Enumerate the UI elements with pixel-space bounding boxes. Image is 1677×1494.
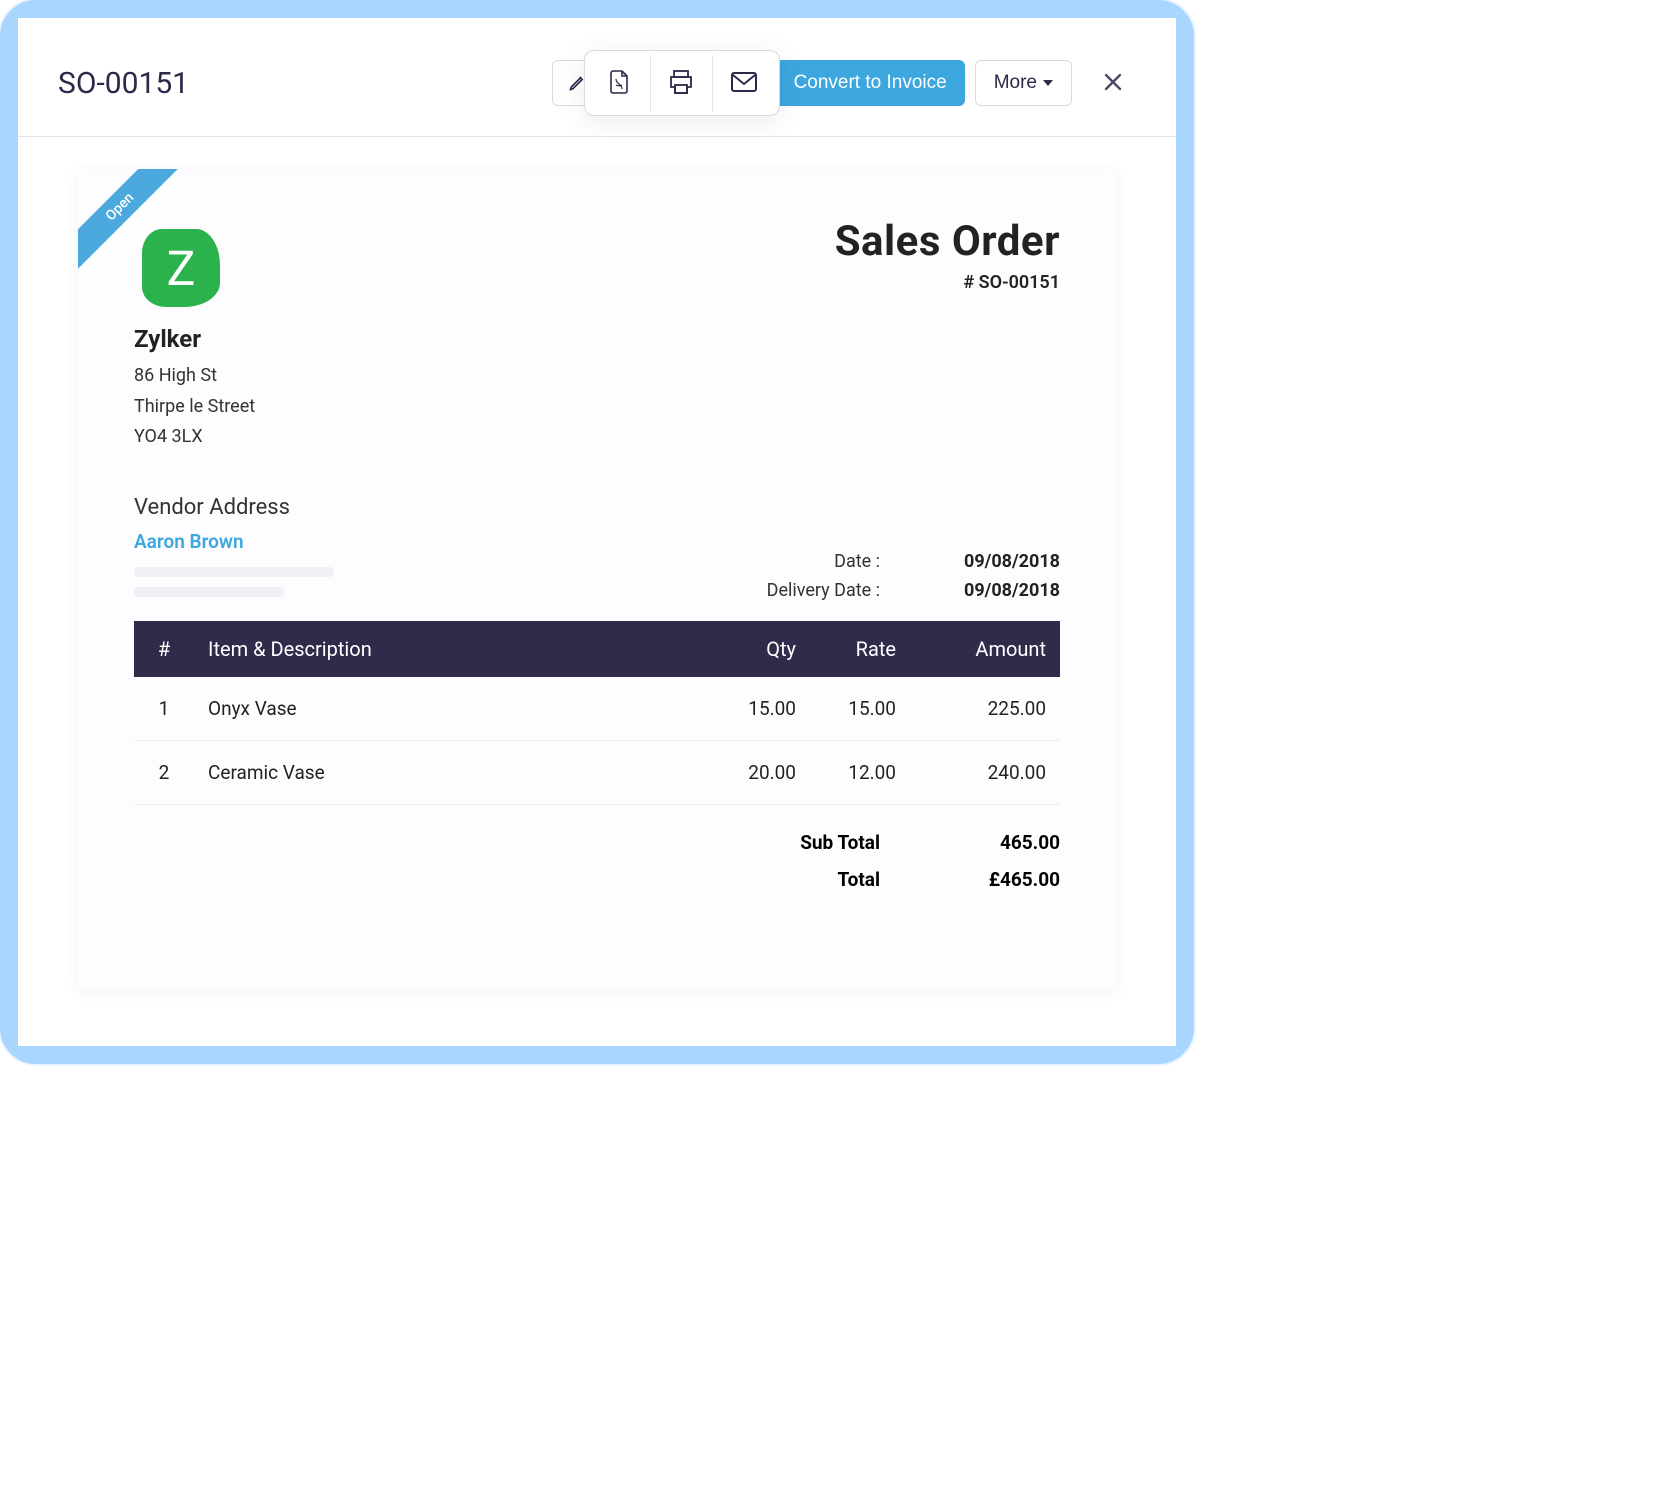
sales-order-document: Open Z Zylker 86 High St Thirpe le Stree…: [78, 169, 1116, 989]
subtotal-value: 465.00: [940, 831, 1060, 854]
close-icon: [1102, 67, 1124, 100]
subtotal-label: Sub Total: [760, 831, 880, 854]
cell-rate: 15.00: [810, 677, 910, 741]
document-number: # SO-00151: [835, 272, 1060, 293]
delivery-date-value: 09/08/2018: [930, 580, 1060, 601]
chevron-down-icon: [1043, 80, 1053, 86]
col-rate: Rate: [810, 621, 910, 677]
address-line-1: 86 High St: [134, 361, 255, 392]
vendor-address-label: Vendor Address: [134, 495, 1060, 520]
page-header: SO-00151: [18, 18, 1176, 137]
document-container: Open Z Zylker 86 High St Thirpe le Stree…: [18, 137, 1176, 989]
table-row: 1 Onyx Vase 15.00 15.00 225.00: [134, 677, 1060, 741]
more-dropdown-button[interactable]: More: [975, 60, 1072, 106]
printer-icon: [667, 69, 695, 98]
address-line-3: YO4 3LX: [134, 422, 255, 453]
table-header-row: # Item & Description Qty Rate Amount: [134, 621, 1060, 677]
cell-item: Ceramic Vase: [194, 740, 720, 804]
email-button[interactable]: [713, 55, 775, 111]
date-value: 09/08/2018: [930, 551, 1060, 572]
cell-idx: 2: [134, 740, 194, 804]
totals-block: Sub Total 465.00 Total £465.00: [134, 831, 1060, 891]
cell-item: Onyx Vase: [194, 677, 720, 741]
pdf-icon: [607, 69, 631, 98]
document-type: Sales Order: [835, 217, 1060, 266]
delivery-date-label: Delivery Date :: [730, 580, 880, 601]
print-button[interactable]: [651, 55, 713, 111]
date-label: Date :: [730, 551, 880, 572]
convert-to-invoice-button[interactable]: Convert to Invoice: [760, 60, 965, 106]
status-badge: Open: [78, 169, 188, 279]
toolbar: Convert to Invoice More: [552, 50, 1136, 116]
document-head: Z Zylker 86 High St Thirpe le Street YO4…: [134, 217, 1060, 453]
line-items-table: # Item & Description Qty Rate Amount 1 O…: [134, 621, 1060, 805]
sales-order-detail-page: SO-00151: [18, 18, 1176, 1046]
cell-qty: 20.00: [720, 740, 810, 804]
more-label: More: [994, 72, 1037, 94]
col-item: Item & Description: [194, 621, 720, 677]
mail-icon: [730, 71, 758, 96]
cell-rate: 12.00: [810, 740, 910, 804]
document-title-block: Sales Order # SO-00151: [835, 217, 1060, 293]
company-address: Zylker 86 High St Thirpe le Street YO4 3…: [134, 325, 255, 453]
pdf-button[interactable]: [589, 55, 651, 111]
export-icon-group: [584, 50, 780, 116]
vendor-name-link[interactable]: Aaron Brown: [134, 530, 1060, 553]
col-qty: Qty: [720, 621, 810, 677]
col-amount: Amount: [910, 621, 1060, 677]
dates-block: Date : 09/08/2018 Delivery Date : 09/08/…: [134, 551, 1060, 601]
cell-amount: 240.00: [910, 740, 1060, 804]
table-row: 2 Ceramic Vase 20.00 12.00 240.00: [134, 740, 1060, 804]
status-ribbon: Open: [78, 169, 188, 279]
cell-idx: 1: [134, 677, 194, 741]
company-name: Zylker: [134, 325, 255, 353]
total-label: Total: [760, 868, 880, 891]
cell-amount: 225.00: [910, 677, 1060, 741]
total-value: £465.00: [940, 868, 1060, 891]
cell-qty: 15.00: [720, 677, 810, 741]
close-button[interactable]: [1090, 60, 1136, 106]
col-index: #: [134, 621, 194, 677]
address-line-2: Thirpe le Street: [134, 392, 255, 423]
order-number-title: SO-00151: [58, 66, 189, 101]
